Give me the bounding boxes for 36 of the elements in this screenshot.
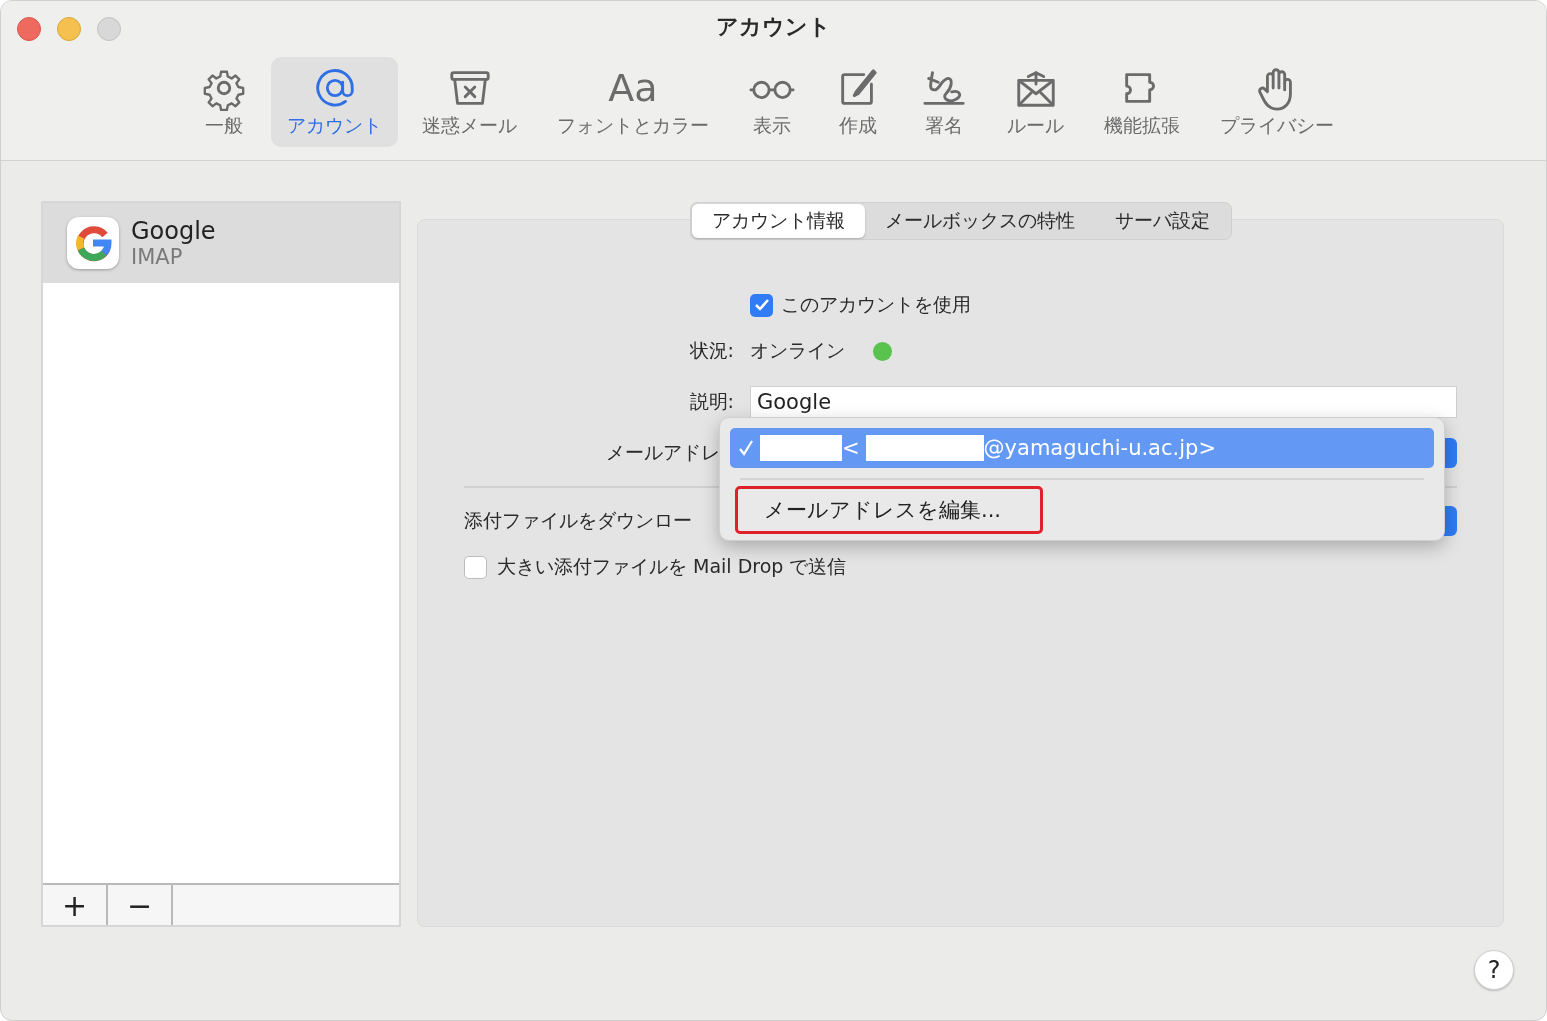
g-logo-icon <box>67 217 119 269</box>
status-text: オンライン <box>750 338 845 363</box>
font-icon: Aa <box>608 65 658 111</box>
account-item[interactable]: Google IMAP <box>43 203 399 283</box>
account-name: Google <box>131 217 216 245</box>
window-title: アカウント <box>716 13 831 41</box>
field-label: 状況: <box>688 338 734 363</box>
minimize-button[interactable] <box>57 17 81 41</box>
description-field[interactable]: Google <box>750 386 1457 418</box>
tab[interactable]: メールボックスの特性 <box>864 204 1095 238</box>
tab[interactable]: アカウント情報 <box>691 204 865 238</box>
help-button[interactable]: ? <box>1474 950 1514 990</box>
toolbar-tab[interactable]: アカウント <box>271 57 398 147</box>
tab[interactable]: サーバ設定 <box>1094 204 1230 238</box>
toolbar-tab[interactable]: ルール <box>991 57 1080 147</box>
checkmark-icon <box>753 297 770 313</box>
toolbar-tab[interactable]: 署名 <box>905 57 983 147</box>
field-label: 説明: <box>688 389 734 414</box>
toolbar-tab[interactable]: プライバシー <box>1204 57 1350 147</box>
toolbar-tab[interactable]: 作成 <box>819 57 897 147</box>
checkbox-label: 大きい添付ファイルを Mail Drop で送信 <box>497 554 847 579</box>
checkbox[interactable] <box>750 293 773 317</box>
toolbar-tab[interactable]: 表示 <box>733 57 811 147</box>
toolbar-tab[interactable]: 迷惑メール <box>406 57 533 147</box>
toolbar-tab[interactable]: 機能拡張 <box>1088 57 1196 147</box>
close-button[interactable] <box>17 17 41 41</box>
zoom-button[interactable] <box>97 17 121 41</box>
checkbox[interactable] <box>464 555 487 579</box>
toolbar-tab[interactable]: Aa フォントとカラー <box>541 57 725 147</box>
field-label: メールアドレ <box>605 440 720 465</box>
menu-item[interactable]: < @yamaguchi-u.ac.jp> <box>730 428 1434 468</box>
menu-item[interactable]: メールアドレスを編集... <box>735 486 1043 534</box>
checkbox-label: このアカウントを使用 <box>781 292 971 317</box>
account-type: IMAP <box>131 245 184 269</box>
toolbar-tab[interactable]: 一般 <box>185 57 263 147</box>
field-label: 添付ファイルをダウンロー <box>464 508 692 533</box>
